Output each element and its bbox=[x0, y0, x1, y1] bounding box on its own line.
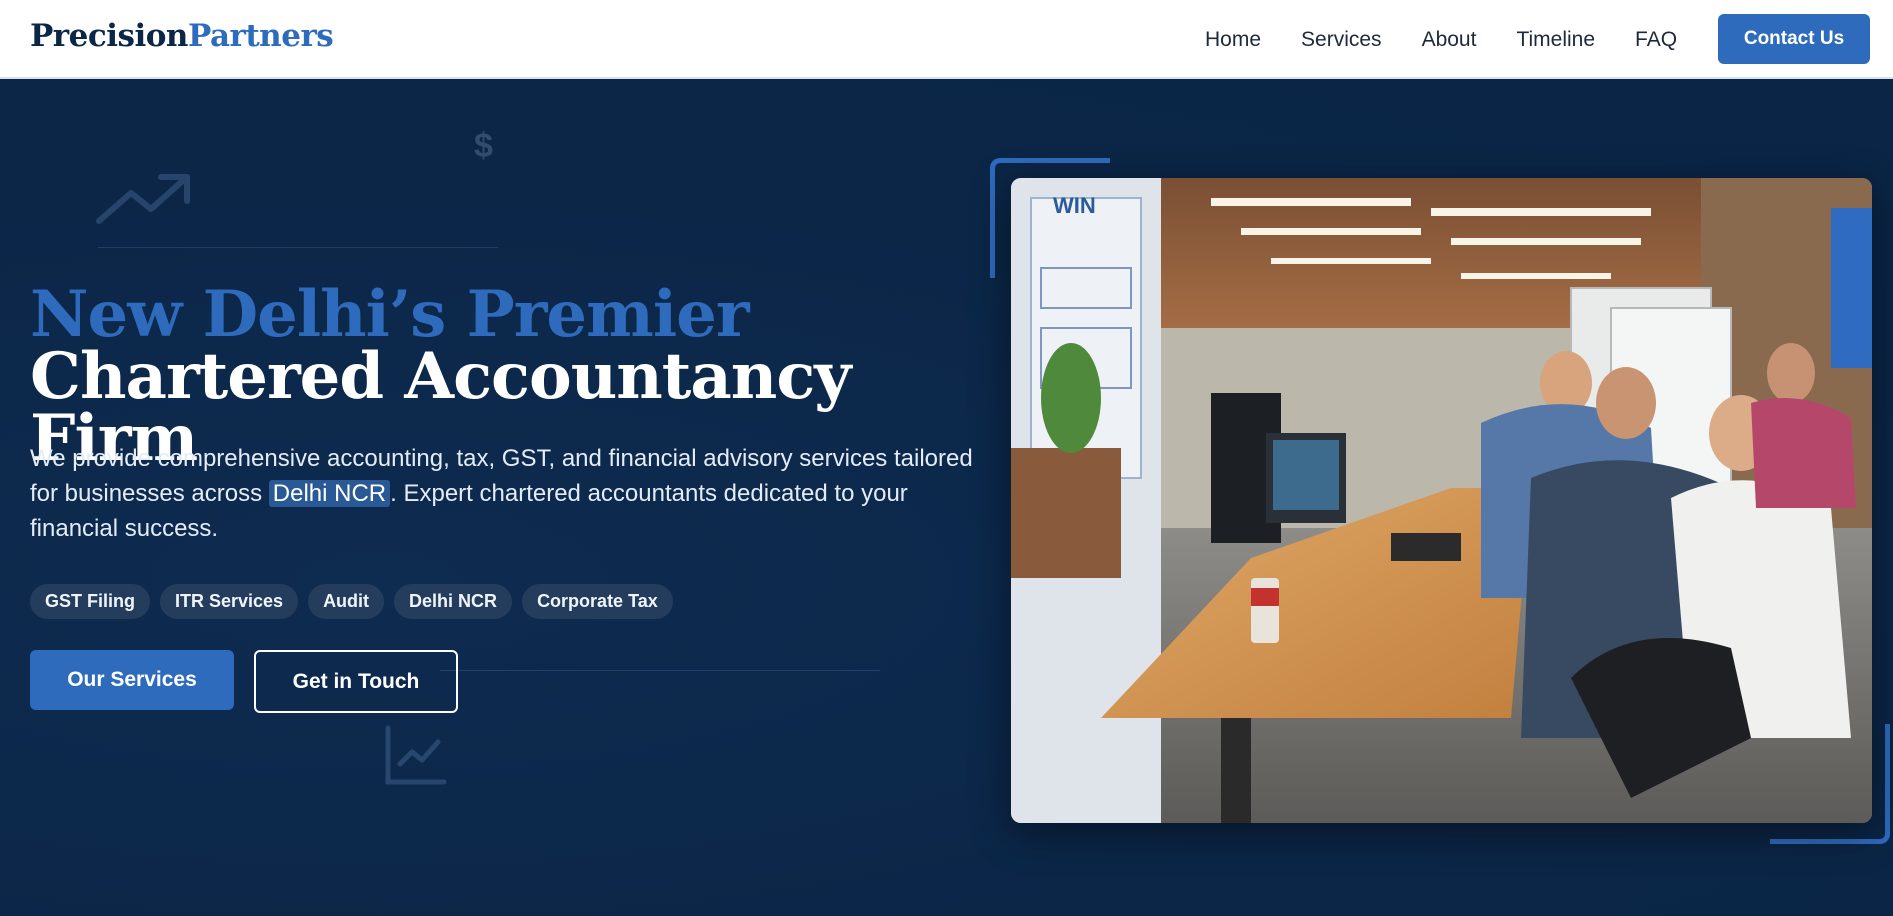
dollar-icon: $ bbox=[474, 127, 493, 165]
hero-intro: We provide comprehensive accounting, tax… bbox=[30, 441, 980, 546]
line-chart-icon bbox=[385, 725, 447, 785]
nav-faq[interactable]: FAQ bbox=[1635, 28, 1677, 52]
service-tags: GST Filing ITR Services Audit Delhi NCR … bbox=[30, 584, 673, 619]
nav-home[interactable]: Home bbox=[1205, 28, 1261, 52]
nav-about[interactable]: About bbox=[1422, 28, 1477, 52]
office-team-photo: WIN bbox=[1011, 178, 1872, 823]
decorative-divider-bottom bbox=[440, 670, 880, 671]
brand-name-part2: Partners bbox=[187, 18, 334, 54]
trending-up-icon bbox=[96, 174, 190, 224]
nav-timeline[interactable]: Timeline bbox=[1516, 28, 1595, 52]
office-sign-text: WIN bbox=[1053, 193, 1096, 218]
decorative-divider-top bbox=[98, 247, 498, 248]
tag-itr-services: ITR Services bbox=[160, 584, 299, 619]
nav-services[interactable]: Services bbox=[1301, 28, 1382, 52]
tag-corporate-tax: Corporate Tax bbox=[522, 584, 673, 619]
main-nav: Home Services About Timeline FAQ bbox=[1205, 0, 1717, 79]
hero-section: $ New Delhi’s Premier Chartered Accounta… bbox=[0, 79, 1893, 916]
intro-highlight-location: Delhi NCR bbox=[268, 480, 391, 507]
tag-delhi-ncr: Delhi NCR bbox=[394, 584, 513, 619]
navbar: PrecisionPartners Home Services About Ti… bbox=[0, 0, 1893, 79]
get-in-touch-button[interactable]: Get in Touch bbox=[254, 650, 458, 713]
brand-logo[interactable]: PrecisionPartners bbox=[30, 18, 334, 54]
brand-name-part1: Precision bbox=[30, 18, 188, 54]
contact-us-button[interactable]: Contact Us bbox=[1718, 14, 1870, 64]
our-services-button[interactable]: Our Services bbox=[30, 650, 234, 710]
tag-gst-filing: GST Filing bbox=[30, 584, 150, 619]
tag-audit: Audit bbox=[308, 584, 385, 619]
office-illustration: WIN bbox=[1011, 178, 1872, 823]
